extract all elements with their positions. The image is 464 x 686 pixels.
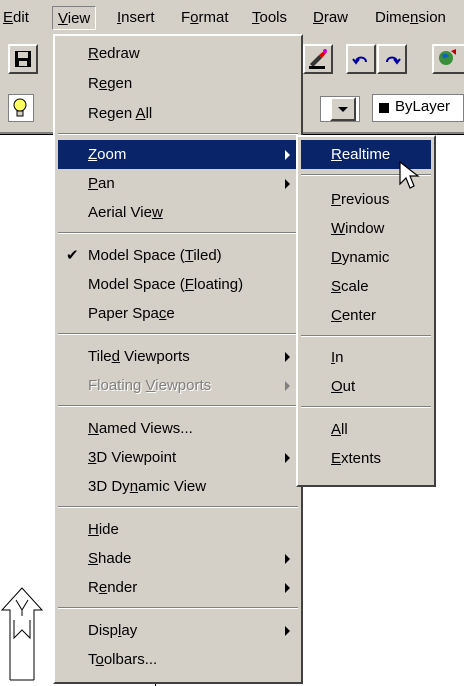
menu-item-dynamic[interactable]: Dynamic bbox=[301, 243, 431, 272]
undo-icon bbox=[352, 56, 367, 65]
color-swatch bbox=[379, 103, 389, 113]
menu-bar: Edit View Insert Format Tools Draw Dimen… bbox=[0, 0, 464, 34]
submenu-arrow-icon bbox=[285, 150, 290, 160]
menu-item-zoom[interactable]: Zoom bbox=[58, 140, 298, 169]
menu-item-model-space-tiled[interactable]: ✔ Model Space (Tiled) bbox=[58, 241, 298, 270]
menu-item-model-space-floating[interactable]: Model Space (Floating) bbox=[58, 270, 298, 299]
paint-icon bbox=[309, 49, 327, 69]
menu-item-tiled-viewports[interactable]: Tiled Viewports bbox=[58, 342, 298, 371]
menu-item-toolbars[interactable]: Toolbars... bbox=[58, 645, 298, 674]
menu-item-3d-viewpoint[interactable]: 3D Viewpoint bbox=[58, 443, 298, 472]
menu-tools[interactable]: Tools bbox=[247, 6, 292, 30]
submenu-arrow-icon bbox=[285, 453, 290, 463]
save-icon bbox=[15, 51, 31, 67]
submenu-arrow-icon bbox=[285, 583, 290, 593]
layer-state[interactable] bbox=[8, 94, 34, 122]
layer-dropdown-button[interactable] bbox=[330, 97, 356, 121]
submenu-arrow-icon bbox=[285, 179, 290, 189]
cursor-icon bbox=[399, 160, 420, 189]
undo-button[interactable] bbox=[346, 44, 376, 74]
menu-separator bbox=[58, 405, 298, 407]
menu-item-redraw[interactable]: Redraw bbox=[58, 39, 298, 68]
submenu-arrow-icon bbox=[285, 554, 290, 564]
menu-item-aerial-view[interactable]: Aerial View bbox=[58, 198, 298, 227]
menu-separator bbox=[58, 133, 298, 135]
menu-separator bbox=[58, 607, 298, 609]
menu-item-regen[interactable]: Regen bbox=[58, 69, 298, 98]
color-label: ByLayer bbox=[395, 98, 451, 115]
submenu-arrow-icon bbox=[285, 352, 290, 362]
menu-item-regen-all[interactable]: Regen All bbox=[58, 99, 298, 128]
submenu-arrow-icon bbox=[285, 626, 290, 636]
menu-separator bbox=[58, 506, 298, 508]
menu-edit[interactable]: Edit bbox=[0, 6, 34, 30]
menu-item-floating-viewports: Floating Viewports bbox=[58, 371, 298, 400]
menu-item-render[interactable]: Render bbox=[58, 573, 298, 602]
chevron-down-icon bbox=[338, 107, 348, 112]
menu-insert[interactable]: Insert bbox=[112, 6, 160, 30]
menu-item-hide[interactable]: Hide bbox=[58, 515, 298, 544]
menu-separator bbox=[301, 406, 431, 408]
menu-view[interactable]: View bbox=[52, 6, 97, 30]
menu-format[interactable]: Format bbox=[176, 6, 234, 30]
color-control[interactable]: ByLayer bbox=[372, 94, 464, 122]
globe-icon bbox=[439, 49, 456, 65]
redo-button[interactable] bbox=[377, 44, 407, 74]
save-button[interactable] bbox=[8, 44, 38, 74]
menu-item-shade[interactable]: Shade bbox=[58, 544, 298, 573]
menu-item-out[interactable]: Out bbox=[301, 372, 431, 401]
menu-item-all[interactable]: All bbox=[301, 415, 431, 444]
menu-item-window[interactable]: Window bbox=[301, 214, 431, 243]
menu-item-center[interactable]: Center bbox=[301, 301, 431, 330]
match-properties-button[interactable] bbox=[303, 44, 333, 74]
menu-separator bbox=[58, 232, 298, 234]
check-icon: ✔ bbox=[66, 247, 79, 264]
bulb-icon bbox=[13, 98, 27, 117]
menu-item-paper-space[interactable]: Paper Space bbox=[58, 299, 298, 328]
menu-item-pan[interactable]: Pan bbox=[58, 169, 298, 198]
menu-item-named-views[interactable]: Named Views... bbox=[58, 414, 298, 443]
menu-item-extents[interactable]: Extents bbox=[301, 444, 431, 473]
menu-item-scale[interactable]: Scale bbox=[301, 272, 431, 301]
menu-dimension[interactable]: Dimension bbox=[370, 6, 451, 30]
globe-button[interactable] bbox=[432, 44, 464, 74]
menu-separator bbox=[58, 333, 298, 335]
menu-draw[interactable]: Draw bbox=[308, 6, 353, 30]
menu-item-in[interactable]: In bbox=[301, 343, 431, 372]
menu-item-display[interactable]: Display bbox=[58, 616, 298, 645]
redo-icon bbox=[386, 56, 401, 65]
menu-separator bbox=[301, 335, 431, 337]
view-menu: Redraw Regen Regen All Zoom Pan Aerial V… bbox=[53, 34, 303, 684]
menu-item-3d-dynamic-view[interactable]: 3D Dynamic View bbox=[58, 472, 298, 501]
submenu-arrow-icon bbox=[285, 381, 290, 391]
